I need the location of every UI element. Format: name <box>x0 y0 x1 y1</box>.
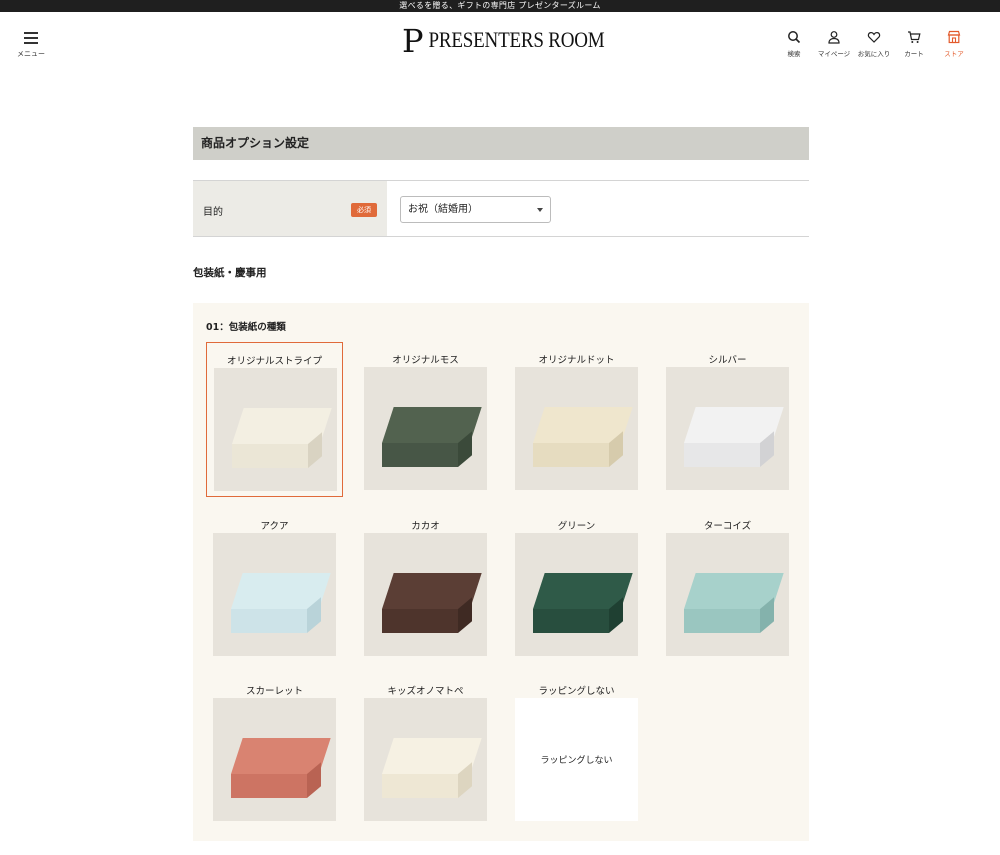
search-icon <box>788 31 801 44</box>
purpose-selected-value: お祝（結婚用） <box>408 204 478 215</box>
site-header: メニュー P PRESENTERS ROOM 検索 マイページ お気に入り カー… <box>0 12 1000 72</box>
wrapping-option-image <box>666 533 789 656</box>
wrapping-option[interactable]: カカオ <box>357 508 494 663</box>
no-wrapping-text: ラッピングしない <box>540 756 613 766</box>
wrapping-type-label: 01：包装紙の種類 <box>206 322 286 333</box>
wrapping-option-image <box>213 533 336 656</box>
chevron-down-icon <box>537 208 543 212</box>
wrapping-option-image <box>364 698 487 821</box>
gift-box-graphic <box>533 407 633 469</box>
wrapping-option-name: オリジナルモス <box>392 355 459 366</box>
favorites-label: お気に入り <box>857 50 891 58</box>
wrapping-option-image <box>213 698 336 821</box>
logo-text: PRESENTERS ROOM <box>428 28 605 53</box>
gift-box-graphic <box>684 573 784 635</box>
gift-box-graphic <box>231 738 331 800</box>
page-title: 商品オプション設定 <box>193 127 809 160</box>
wrapping-option-name: シルバー <box>708 355 747 366</box>
wrapping-option-image <box>364 533 487 656</box>
gift-box-graphic <box>382 407 482 469</box>
wrapping-option-name: オリジナルドット <box>538 355 615 366</box>
logo-mark: P <box>402 22 424 60</box>
menu-label: メニュー <box>17 50 45 58</box>
wrapping-option-name: アクア <box>260 521 289 532</box>
wrapping-option[interactable]: ラッピングしない ラッピングしない <box>508 673 645 828</box>
wrapping-option-name: キッズオノマトペ <box>387 686 464 697</box>
wrapping-option-image <box>515 533 638 656</box>
wrapping-option-name: ターコイズ <box>703 521 752 532</box>
wrapping-option-image: ラッピングしない <box>515 698 638 821</box>
purpose-value-cell: お祝（結婚用） <box>387 181 809 236</box>
gift-box-graphic <box>231 573 331 635</box>
announcement-text: 選べるを贈る、ギフトの専門店 プレゼンターズルーム <box>399 1 601 10</box>
wrapping-option[interactable]: グリーン <box>508 508 645 663</box>
mypage-label: マイページ <box>817 50 851 58</box>
purpose-label-cell: 目的 必須 <box>193 181 387 236</box>
wrapping-option-image <box>364 367 487 490</box>
wrapping-option-name: スカーレット <box>245 686 303 697</box>
store-label: ストア <box>944 50 964 58</box>
product-option-settings: 商品オプション設定 目的 必須 お祝（結婚用） 包装紙・慶事用 01：包装紙の種… <box>193 127 809 841</box>
wrapping-option-name: カカオ <box>411 521 440 532</box>
gift-box-graphic <box>232 408 332 470</box>
wrapping-option[interactable]: アクア <box>206 508 343 663</box>
wrapping-option[interactable]: オリジナルドット <box>508 342 645 497</box>
site-logo[interactable]: P PRESENTERS ROOM <box>402 22 605 60</box>
announcement-bar: 選べるを贈る、ギフトの専門店 プレゼンターズルーム <box>0 0 1000 12</box>
wrapping-option-name: オリジナルストライプ <box>226 356 322 367</box>
cart-label: カート <box>904 50 924 58</box>
wrapping-option-name: グリーン <box>557 521 596 532</box>
wrapping-option[interactable]: シルバー <box>659 342 796 497</box>
store-icon <box>947 30 961 44</box>
gift-box-graphic <box>684 407 784 469</box>
store-button[interactable]: ストア <box>934 30 974 58</box>
wrapping-option-image <box>214 368 337 491</box>
cart-button[interactable]: カート <box>894 30 934 58</box>
hamburger-icon <box>24 32 38 44</box>
user-icon <box>828 31 840 44</box>
cart-icon <box>908 31 921 43</box>
search-label: 検索 <box>787 50 801 58</box>
header-actions: 検索 マイページ お気に入り カート ストア <box>774 30 974 58</box>
wrapping-option[interactable]: オリジナルストライプ <box>206 342 343 497</box>
gift-box-graphic <box>382 573 482 635</box>
wrapping-panel: 01：包装紙の種類 オリジナルストライプ オリジナルモス オリジナルドット シルバーア… <box>193 303 809 841</box>
purpose-select[interactable]: お祝（結婚用） <box>400 196 551 223</box>
wrapping-option-name: ラッピングしない <box>538 686 615 697</box>
wrapping-option-image <box>515 367 638 490</box>
wrapping-section-heading: 包装紙・慶事用 <box>193 267 267 279</box>
gift-box-graphic <box>533 573 633 635</box>
wrapping-option-image <box>666 367 789 490</box>
required-badge: 必須 <box>351 203 377 217</box>
mypage-button[interactable]: マイページ <box>814 30 854 58</box>
wrapping-option[interactable]: スカーレット <box>206 673 343 828</box>
purpose-row: 目的 必須 お祝（結婚用） <box>193 180 809 237</box>
gift-box-graphic <box>382 738 482 800</box>
wrapping-option[interactable]: オリジナルモス <box>357 342 494 497</box>
search-button[interactable]: 検索 <box>774 30 814 58</box>
heart-icon <box>867 31 881 43</box>
favorites-button[interactable]: お気に入り <box>854 30 894 58</box>
menu-button[interactable]: メニュー <box>16 32 46 59</box>
wrapping-option[interactable]: キッズオノマトペ <box>357 673 494 828</box>
wrapping-option[interactable]: ターコイズ <box>659 508 796 663</box>
purpose-label: 目的 <box>203 207 223 218</box>
